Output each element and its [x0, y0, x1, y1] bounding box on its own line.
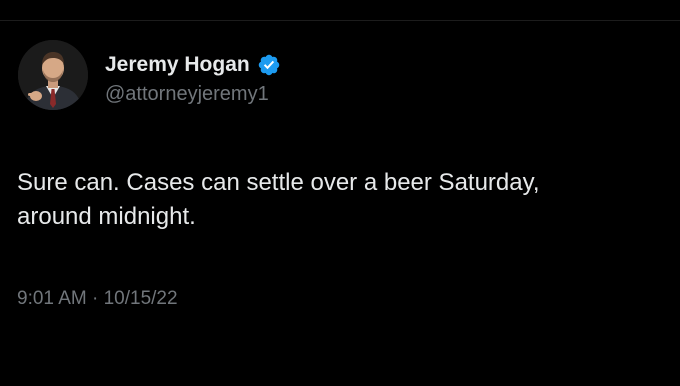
tweet-text: Sure can. Cases can settle over a beer S…: [17, 166, 667, 234]
tweet-text-line: around midnight.: [17, 203, 196, 230]
author-name-row: Jeremy Hogan: [105, 52, 281, 78]
tweet-timestamp[interactable]: 9:01 AM · 10/15/22: [17, 287, 178, 311]
author-display-name[interactable]: Jeremy Hogan: [105, 52, 250, 78]
author-handle[interactable]: @attorneyjeremy1: [105, 82, 269, 106]
verified-badge-icon[interactable]: [257, 53, 281, 77]
tweet-text-line: Sure can. Cases can settle over a beer S…: [17, 169, 540, 196]
tweet: Jeremy Hogan @attorneyjeremy1 Sure can. …: [0, 0, 680, 386]
avatar-photo-icon: [18, 40, 88, 110]
avatar[interactable]: [18, 40, 88, 110]
